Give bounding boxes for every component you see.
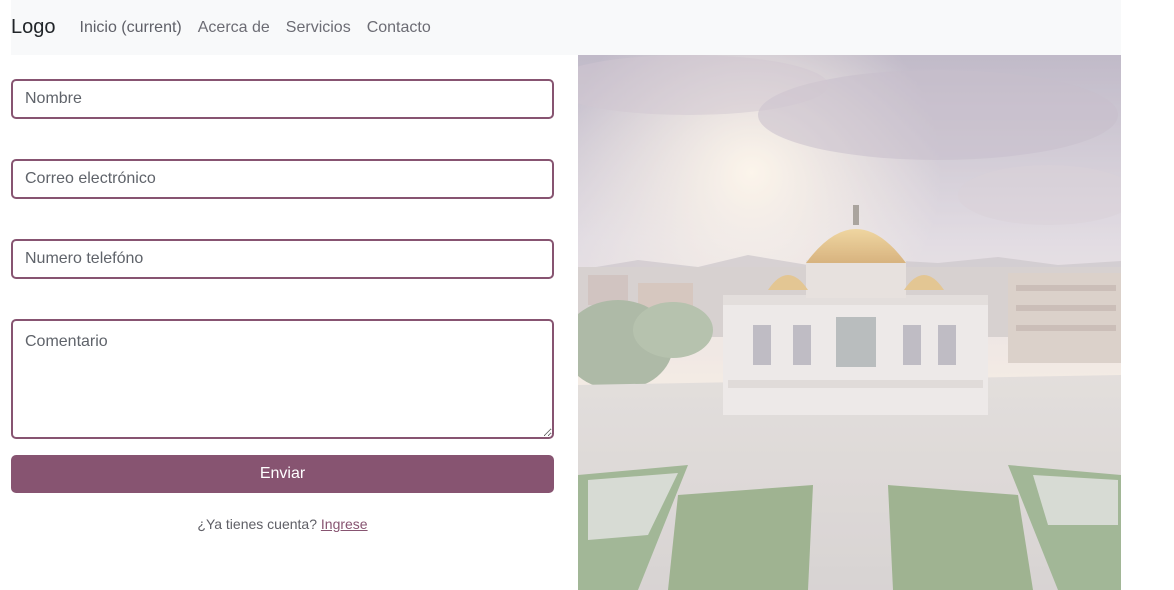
phone-input[interactable] <box>11 239 554 279</box>
submit-button[interactable]: Enviar <box>11 455 554 493</box>
account-prompt-text: ¿Ya tienes cuenta? <box>197 516 317 532</box>
name-input[interactable] <box>11 79 554 119</box>
navbar: Logo Inicio (current) Acerca de Servicio… <box>11 0 1121 55</box>
nav-link-acerca[interactable]: Acerca de <box>198 19 270 37</box>
nav-link-servicios[interactable]: Servicios <box>286 19 351 37</box>
nav-link-contacto[interactable]: Contacto <box>367 19 431 37</box>
hero-photo <box>578 55 1121 590</box>
nav-link-inicio[interactable]: Inicio (current) <box>80 19 182 37</box>
account-prompt-line: ¿Ya tienes cuenta? Ingrese <box>11 516 554 532</box>
login-link[interactable]: Ingrese <box>321 516 368 532</box>
brand-logo[interactable]: Logo <box>11 16 56 39</box>
palacio-bellas-artes-illustration <box>578 55 1121 590</box>
comment-textarea[interactable] <box>11 319 554 439</box>
email-input[interactable] <box>11 159 554 199</box>
